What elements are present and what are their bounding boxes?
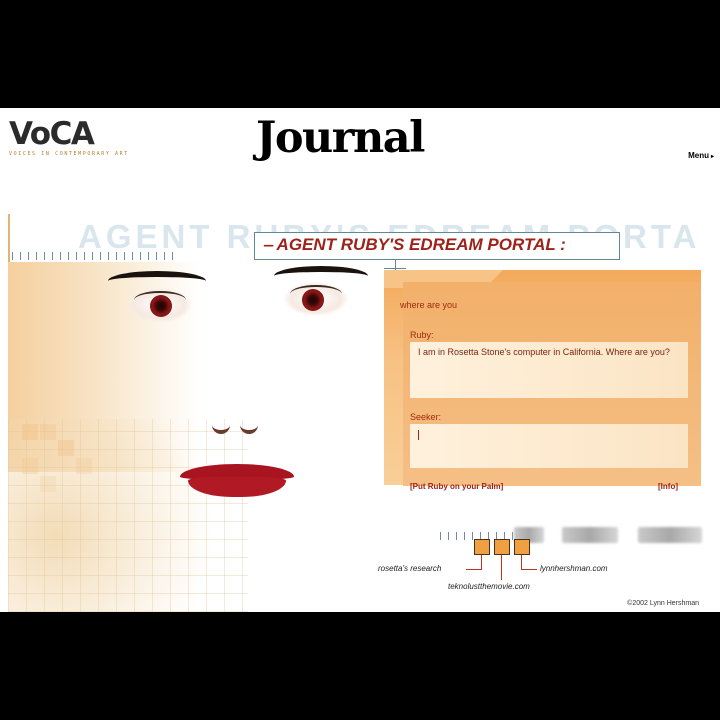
nav-connector <box>521 569 537 570</box>
ruby-response: I am in Rosetta Stone's computer in Cali… <box>418 347 670 357</box>
right-eye <box>284 282 348 316</box>
nav-square-lynn[interactable] <box>514 539 530 555</box>
logo-mark: VoCA <box>9 116 95 152</box>
lynnhershman-link[interactable]: lynnhershman.com <box>540 564 608 573</box>
iris <box>302 289 324 311</box>
chevron-right-icon: ▸ <box>710 154 714 160</box>
nav-square-rosetta[interactable] <box>474 539 490 555</box>
menu-label: Menu <box>688 151 709 160</box>
chat-question: where are you <box>400 300 458 310</box>
nav-square-teknolust[interactable] <box>494 539 510 555</box>
bracket-right: : <box>555 235 566 254</box>
rosetta-research-link[interactable]: rosetta's research <box>378 564 441 573</box>
portal-title: ‒ AGENT RUBY'S EDREAM PORTAL : <box>263 235 613 255</box>
iris <box>150 295 172 317</box>
page: VoCA VOICES IN CONTEMPORARY ART Journal … <box>0 108 720 612</box>
portal-title-box: ‒ AGENT RUBY'S EDREAM PORTAL : <box>254 232 620 260</box>
nav-connector <box>466 569 482 570</box>
nav-connector <box>481 555 482 569</box>
site-title: Journal <box>256 113 425 163</box>
voca-logo[interactable]: VoCA VOICES IN CONTEMPORARY ART <box>9 118 129 157</box>
nostril <box>212 416 230 434</box>
lower-lip <box>188 477 286 497</box>
menu-button[interactable]: Menu ▸ <box>688 151 714 160</box>
bracket-left: ‒ <box>263 235 277 254</box>
palm-link[interactable]: [Put Ruby on your Palm] <box>410 482 503 491</box>
info-link[interactable]: [Info] <box>658 482 678 491</box>
portal-artwork: AGENT RUBY'S EDREAM PORTA ‒ AGENT RUBY'S… <box>8 214 705 612</box>
ruby-response-box: I am in Rosetta Stone's computer in Cali… <box>410 342 688 398</box>
nostril <box>240 416 258 434</box>
blurred-thumbnail <box>562 527 618 543</box>
nose <box>206 410 266 434</box>
logo-tagline: VOICES IN CONTEMPORARY ART <box>9 151 129 157</box>
left-eye <box>128 288 192 322</box>
nav-connector <box>521 555 522 569</box>
seeker-label: Seeker: <box>410 412 442 422</box>
blurred-thumbnail <box>638 527 702 543</box>
circuit-pattern <box>8 419 248 612</box>
teknolust-link[interactable]: teknolustthemovie.com <box>448 582 530 591</box>
text-caret <box>418 430 419 440</box>
ruby-label: Ruby: <box>410 330 434 340</box>
portal-title-text: AGENT RUBY'S EDREAM PORTAL <box>276 235 556 254</box>
seeker-input[interactable] <box>410 424 688 468</box>
lips <box>180 464 294 500</box>
nav-connector <box>501 555 502 580</box>
copyright: ©2002 Lynn Hershman <box>627 600 699 607</box>
tick-bar-left <box>12 252 180 260</box>
